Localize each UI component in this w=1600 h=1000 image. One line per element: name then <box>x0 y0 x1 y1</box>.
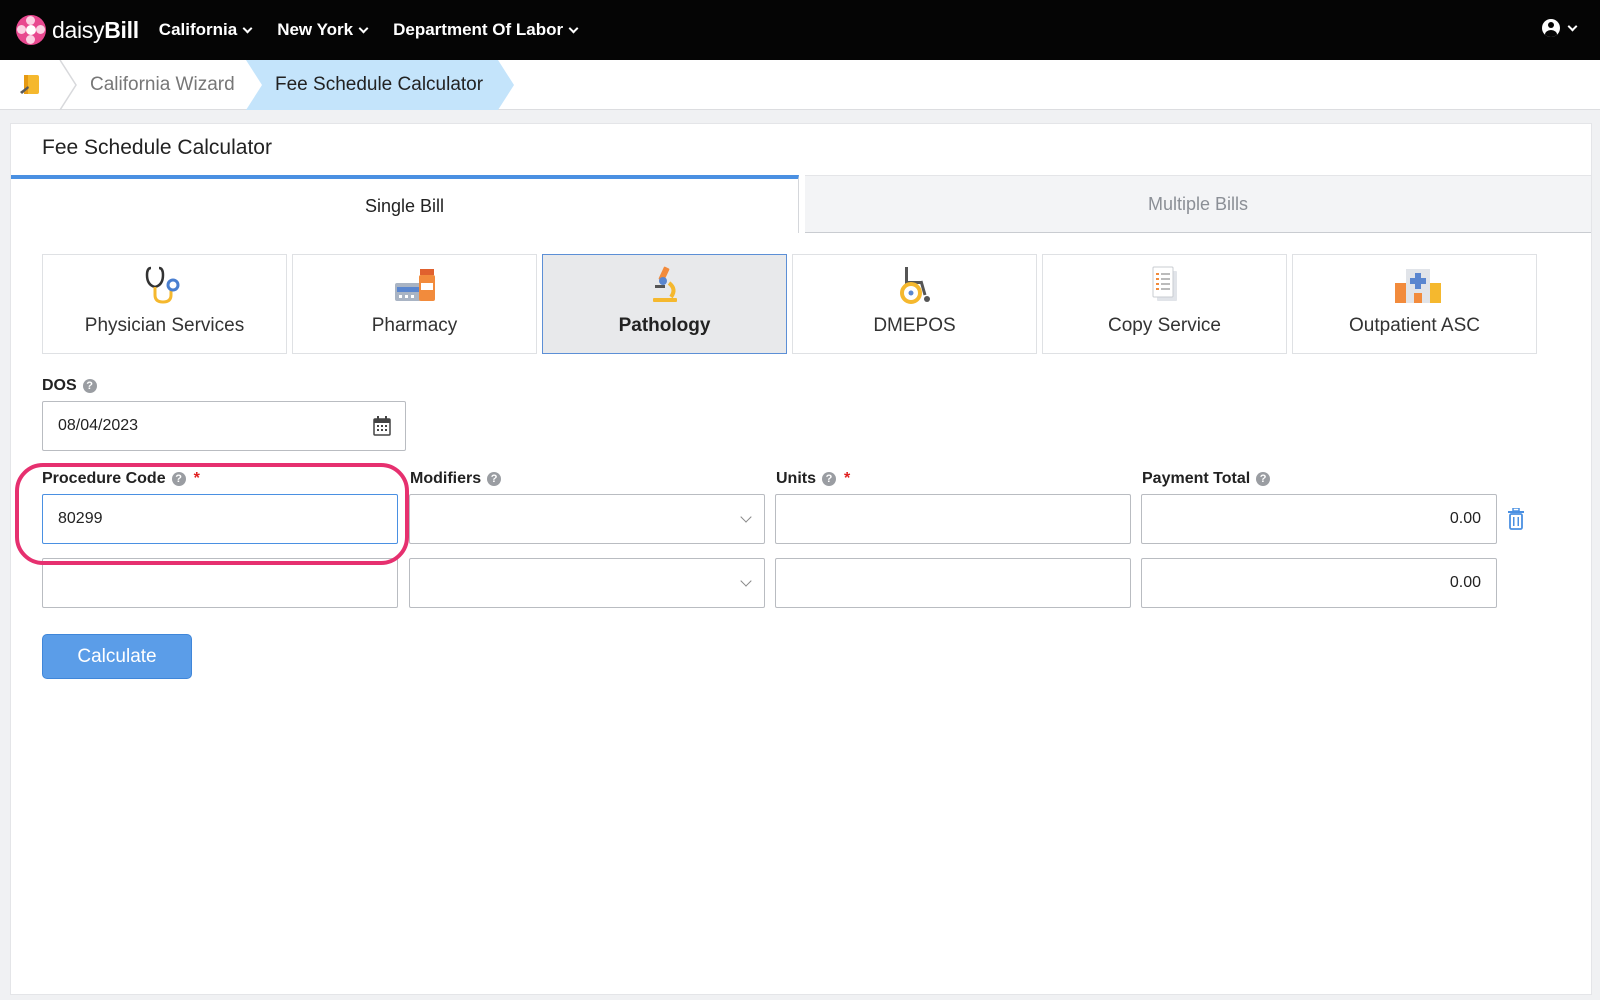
page-title: Fee Schedule Calculator <box>42 136 272 159</box>
pharmacy-icon <box>395 269 435 301</box>
nav-label: California <box>158 20 238 39</box>
nav-label: Department Of Labor <box>393 20 564 39</box>
wheelchair-icon <box>900 267 930 304</box>
user-menu[interactable] <box>1542 19 1578 37</box>
units-label: Units ? * <box>776 470 850 488</box>
breadcrumb-home[interactable] <box>0 60 62 110</box>
service-label: DMEPOS <box>873 315 956 336</box>
chevron-down-icon <box>358 23 369 33</box>
notebook-icon <box>20 75 39 94</box>
chevron-down-icon <box>740 511 752 523</box>
service-pharmacy[interactable]: Pharmacy <box>292 254 537 354</box>
breadcrumb-fee-schedule-calculator: Fee Schedule Calculator <box>246 60 514 110</box>
nav-california[interactable]: California <box>158 20 253 40</box>
microscope-icon <box>653 266 677 302</box>
procedure-code-field[interactable] <box>42 558 398 608</box>
service-label: Outpatient ASC <box>1349 315 1480 336</box>
trash-icon[interactable] <box>1507 508 1525 530</box>
modifiers-select[interactable] <box>409 494 765 544</box>
daisy-logo-icon <box>16 15 46 45</box>
chevron-down-icon <box>242 23 253 33</box>
hospital-icon <box>1395 269 1441 303</box>
daisybill-logo[interactable]: daisyBill <box>16 15 139 45</box>
calculate-button[interactable]: Calculate <box>42 634 192 679</box>
units-field[interactable] <box>775 494 1131 544</box>
procedure-code-highlight <box>15 463 409 565</box>
service-label: Pharmacy <box>371 315 458 336</box>
dos-label: DOS ? <box>42 377 97 395</box>
nav-label: New York <box>277 20 354 39</box>
tab-multiple-bills[interactable]: Multiple Bills <box>805 175 1591 233</box>
chevron-down-icon <box>740 575 752 587</box>
help-icon[interactable]: ? <box>82 379 97 393</box>
units-input[interactable] <box>791 574 1115 592</box>
units-input[interactable] <box>791 510 1115 528</box>
nav-department-of-labor[interactable]: Department Of Labor <box>393 20 579 40</box>
modifiers-select[interactable] <box>409 558 765 608</box>
service-physician-services[interactable]: Physician Services <box>42 254 287 354</box>
help-icon[interactable]: ? <box>487 472 502 486</box>
document-icon <box>1152 266 1177 301</box>
required-mark: * <box>844 470 851 487</box>
units-label-text: Units <box>776 470 816 487</box>
calculator-panel: Fee Schedule Calculator Single Bill Mult… <box>10 123 1592 995</box>
help-icon[interactable]: ? <box>1256 472 1271 486</box>
help-icon[interactable]: ? <box>822 472 836 486</box>
units-field[interactable] <box>775 558 1131 608</box>
service-copy-service[interactable]: Copy Service <box>1042 254 1287 354</box>
payment-total-label: Payment Total ? <box>1142 470 1271 488</box>
chevron-down-icon <box>568 23 579 33</box>
dos-input[interactable] <box>58 417 390 435</box>
service-outpatient-asc[interactable]: Outpatient ASC <box>1292 254 1537 354</box>
modifiers-label: Modifiers ? <box>410 470 502 488</box>
payment-total-label-text: Payment Total <box>1142 470 1251 487</box>
service-pathology[interactable]: Pathology <box>542 254 787 354</box>
breadcrumb: California Wizard Fee Schedule Calculato… <box>0 60 1600 110</box>
breadcrumb-separator <box>59 60 77 110</box>
dos-label-text: DOS <box>42 377 77 394</box>
breadcrumb-california-wizard[interactable]: California Wizard <box>90 60 235 110</box>
procedure-code-input[interactable] <box>58 574 382 592</box>
calendar-icon[interactable] <box>373 416 391 436</box>
nav-new-york[interactable]: New York <box>277 20 369 40</box>
payment-total-input[interactable] <box>1157 510 1481 528</box>
brand-name: daisyBill <box>52 16 139 43</box>
top-nav: daisyBill California New York Department… <box>0 0 1600 60</box>
payment-total-input[interactable] <box>1157 574 1481 592</box>
service-label: Physician Services <box>84 315 245 336</box>
bill-tabs: Single Bill Multiple Bills <box>11 175 1591 233</box>
service-label: Pathology <box>618 315 711 336</box>
user-account-icon <box>1542 19 1560 37</box>
service-label: Copy Service <box>1108 315 1221 336</box>
modifiers-label-text: Modifiers <box>410 470 482 487</box>
payment-total-field[interactable] <box>1141 494 1497 544</box>
tab-single-bill[interactable]: Single Bill <box>11 175 799 233</box>
stethoscope-icon <box>145 266 180 304</box>
payment-total-field[interactable] <box>1141 558 1497 608</box>
chevron-down-icon <box>1567 21 1578 31</box>
service-dmepos[interactable]: DMEPOS <box>792 254 1037 354</box>
dos-field[interactable] <box>42 401 406 451</box>
